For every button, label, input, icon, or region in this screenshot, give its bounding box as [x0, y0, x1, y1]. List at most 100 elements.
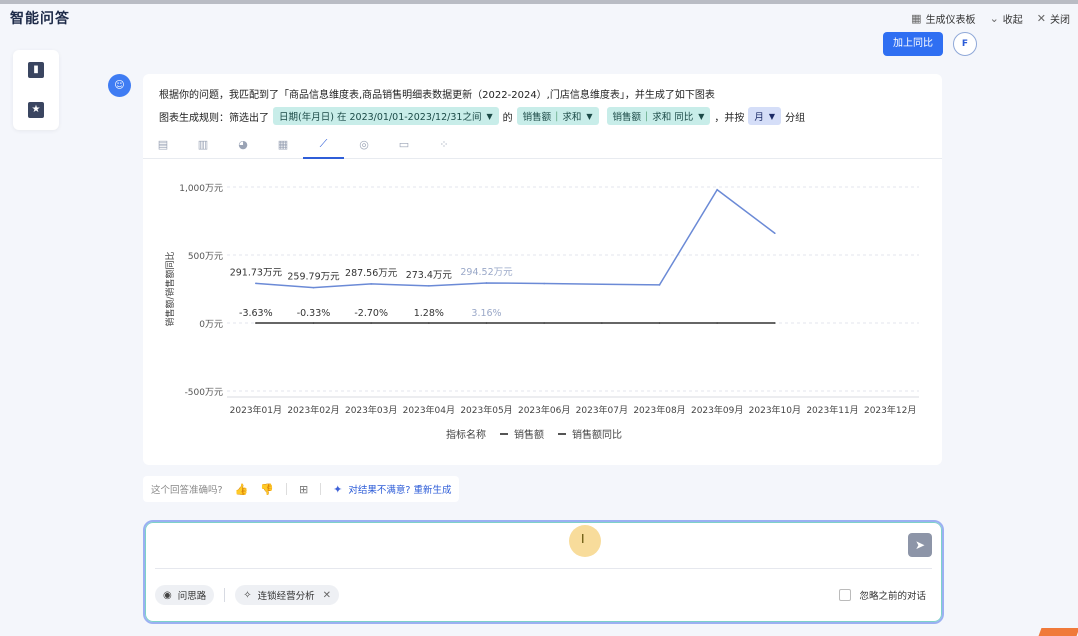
- metric-chip-sum[interactable]: 销售额 | 求和 ▼: [516, 107, 599, 125]
- data-point: [370, 322, 372, 324]
- y-tick-label: 1,000万元: [179, 184, 223, 194]
- generate-dashboard-label: 生成仪表板: [925, 14, 976, 26]
- tab-pie[interactable]: ◕: [223, 134, 263, 158]
- user-avatar[interactable]: F: [953, 32, 977, 56]
- data-label: 291.73万元: [230, 267, 283, 278]
- sparkle-icon: ✦: [333, 482, 343, 496]
- data-point: [601, 322, 603, 324]
- de-text: 的: [502, 112, 513, 124]
- data-point: [601, 283, 603, 286]
- tab-card[interactable]: ▭: [384, 134, 424, 158]
- add-to-dashboard-icon[interactable]: ⊞: [299, 483, 308, 496]
- dataset-icon: ✧: [243, 589, 252, 601]
- app-title: 智能问答: [10, 11, 70, 27]
- generate-dashboard-button[interactable]: ▦ 生成仪表板: [911, 11, 975, 26]
- x-tick-label: 2023年09月: [691, 404, 743, 416]
- header-actions: ▦ 生成仪表板 ⌄ 收起 ✕ 关闭: [897, 11, 1070, 26]
- close-button[interactable]: ✕ 关闭: [1037, 11, 1070, 26]
- legend-label: 销售额同比: [572, 430, 622, 441]
- x-tick-label: 2023年03月: [345, 404, 397, 416]
- divider: [155, 568, 932, 569]
- x-tick-label: 2023年11月: [806, 404, 858, 416]
- x-tick-label: 2023年07月: [576, 404, 628, 416]
- collapse-label: 收起: [1002, 14, 1023, 26]
- data-point: [658, 322, 661, 324]
- tab-column[interactable]: ▦: [263, 134, 303, 158]
- feedback-bar: 这个回答准确吗? 👍 👎 ⊞ ✦ 对结果不满意? 重新生成: [143, 476, 460, 502]
- filter-value: 2023/01/01-2023/12/31之间: [349, 112, 482, 123]
- y-tick-label: 0万元: [199, 320, 223, 330]
- x-tick-label: 2023年12月: [864, 404, 916, 416]
- data-point: [716, 322, 718, 324]
- data-point: [658, 284, 661, 286]
- tab-bar[interactable]: ▥: [183, 134, 223, 158]
- answer-intro: 根据你的问题，我匹配到了「商品信息维度表,商品销售明细表数据更新（2022-20…: [159, 90, 715, 101]
- x-tick-label: 2023年04月: [403, 404, 455, 416]
- x-tick-label: 2023年08月: [633, 404, 685, 416]
- data-point: [370, 283, 372, 285]
- filter-icon: ▼: [486, 111, 493, 121]
- x-tick-label: 2023年10月: [749, 404, 801, 416]
- close-label: 关闭: [1050, 14, 1070, 26]
- metric1-agg: 求和: [562, 112, 582, 123]
- favorites-icon[interactable]: ★: [28, 102, 44, 118]
- tab-scatter[interactable]: ⁘: [424, 134, 464, 158]
- legend-item[interactable]: 销售额: [500, 426, 544, 441]
- x-tick-label: 2023年01月: [230, 404, 282, 416]
- chart-panel-icon[interactable]: ▮: [28, 62, 44, 78]
- location-pin-icon: ◉: [163, 589, 172, 601]
- divider: [285, 483, 287, 495]
- data-label: -2.70%: [354, 308, 388, 319]
- data-label: 1.28%: [414, 308, 444, 319]
- send-button[interactable]: ➤: [908, 533, 932, 557]
- collapse-button[interactable]: ⌄ 收起: [990, 11, 1023, 26]
- data-point: [543, 322, 545, 324]
- line-chart: 1,000万元 500万元 0万元 -500万元 2023年01月 2023年02月 202…: [164, 184, 919, 416]
- chevron-down-icon: ▼: [586, 111, 593, 121]
- feedback-question: 这个回答准确吗?: [151, 485, 223, 496]
- chat-input-box[interactable]: I ➤ ◉ 问思路 ✧ 连锁经营分析 ✕ 忽略之前的对话: [143, 520, 944, 624]
- data-label: 294.52万元: [460, 267, 513, 278]
- metric2-agg: 求和 同比: [652, 112, 694, 123]
- thumbs-up-icon[interactable]: 👍: [235, 483, 249, 496]
- y-axis-label: 销售额/销售额同比: [164, 251, 176, 326]
- legend-marker: [500, 432, 508, 435]
- regenerate-button[interactable]: ✦ 对结果不满意? 重新生成: [333, 482, 452, 497]
- text-cursor-icon: I: [581, 532, 585, 546]
- group-chip[interactable]: 月 ▼: [748, 107, 782, 125]
- ignore-history-checkbox[interactable]: [839, 589, 852, 601]
- input-tools: ◉ 问思路 ✧ 连锁经营分析 ✕: [155, 585, 340, 605]
- filter-op: 在: [336, 112, 347, 123]
- data-point: [543, 282, 545, 285]
- header: 智能问答 ▦ 生成仪表板 ⌄ 收起 ✕ 关闭: [0, 4, 1078, 32]
- data-point: [312, 322, 315, 324]
- legend-item[interactable]: 销售额同比: [558, 426, 622, 441]
- metric2-name: 销售额: [612, 112, 642, 123]
- add-yoy-button[interactable]: 加上同比: [883, 32, 943, 56]
- data-point: [312, 286, 315, 289]
- tab-line[interactable]: ⟋: [303, 133, 344, 159]
- data-point: [774, 322, 776, 324]
- x-tick-label: 2023年02月: [287, 404, 339, 416]
- thumbs-down-icon[interactable]: 👎: [260, 483, 274, 496]
- data-label: 259.79万元: [287, 272, 340, 283]
- date-filter-chip[interactable]: 日期(年月日) 在 2023/01/01-2023/12/31之间 ▼: [273, 107, 499, 125]
- remove-chip-icon[interactable]: ✕: [323, 590, 331, 601]
- regenerate-label: 对结果不满意? 重新生成: [348, 485, 452, 496]
- dataset-chip[interactable]: ✧ 连锁经营分析 ✕: [235, 585, 340, 605]
- tab-map[interactable]: ◎: [344, 134, 384, 158]
- data-point: [485, 322, 488, 324]
- chevron-down-icon: ▼: [768, 111, 776, 121]
- chart-rule-row: 图表生成规则：筛选出了 日期(年月日) 在 2023/01/01-2023/12…: [159, 106, 805, 126]
- ignore-history-toggle[interactable]: 忽略之前的对话: [839, 588, 926, 602]
- data-label: 287.56万元: [345, 268, 398, 279]
- tab-table[interactable]: ▤: [143, 134, 183, 158]
- metric-chip-yoy[interactable]: 销售额 | 求和 同比 ▼: [606, 107, 711, 125]
- data-point: [485, 282, 488, 284]
- data-point: [774, 232, 776, 235]
- answer-card: 根据你的问题，我匹配到了「商品信息维度表,商品销售明细表数据更新（2022-20…: [143, 74, 942, 465]
- data-label: -0.33%: [297, 308, 331, 319]
- ask-approach-button[interactable]: ◉ 问思路: [155, 585, 215, 605]
- x-tick-label: 2023年05月: [460, 404, 512, 416]
- ask-approach-label: 问思路: [177, 591, 207, 602]
